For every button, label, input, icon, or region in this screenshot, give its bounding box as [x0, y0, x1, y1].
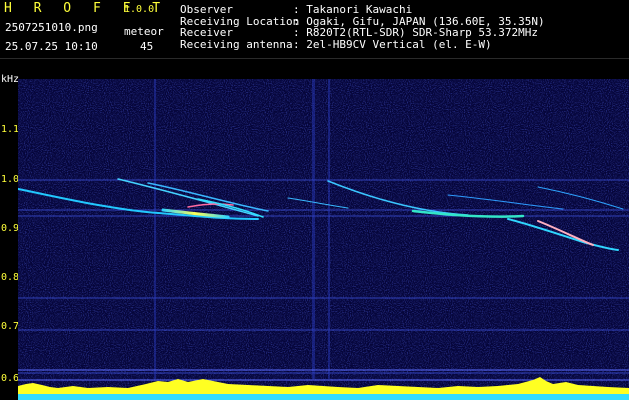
app-version: 1.0.0 — [124, 4, 155, 15]
spectrogram — [18, 79, 629, 400]
y-tick-label: 0.6 — [1, 373, 20, 384]
date-time: 25.07.25 10:10 — [5, 40, 98, 53]
station-info: Observer: Takanori Kawachi Receiving Loc… — [180, 4, 545, 50]
header-divider — [0, 58, 629, 59]
info-label: Receiver — [180, 26, 233, 39]
info-label: Receiving antenna — [180, 37, 293, 51]
info-value: : 2el-HB9CV Vertical (el. E-W) — [293, 37, 492, 51]
power-baseline — [18, 394, 629, 400]
y-tick-label: 0.8 — [1, 272, 20, 283]
y-tick-label: 1.0 — [1, 174, 20, 185]
y-unit-label: kHz — [1, 74, 20, 85]
file-name: 2507251010.png — [5, 21, 98, 34]
info-label: Observer — [180, 3, 233, 16]
y-tick-label: 0.9 — [1, 223, 20, 234]
spectrogram-panel — [18, 79, 629, 400]
mode-label: meteor — [124, 25, 164, 38]
y-tick-label: 1.1 — [1, 124, 20, 135]
y-tick-label: 0.7 — [1, 321, 20, 332]
header-panel: H R O F F T 1.0.0 2507251010.png meteor … — [0, 0, 629, 56]
meteor-count: 45 — [140, 40, 154, 53]
info-row-antenna: Receiving antenna: 2el-HB9CV Vertical (e… — [180, 37, 545, 51]
noise-texture — [18, 79, 629, 400]
